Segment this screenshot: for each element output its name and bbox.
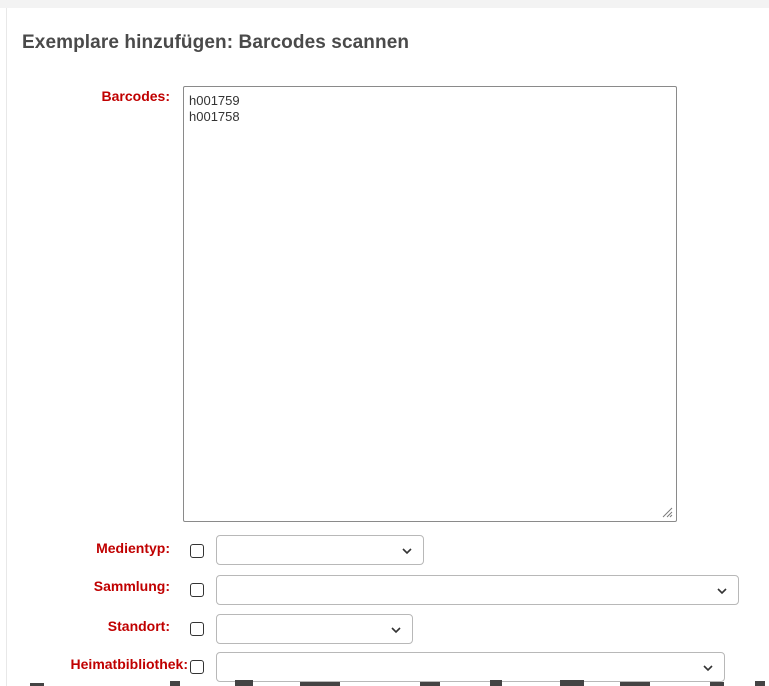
sammlung-label: Sammlung: (93, 578, 170, 594)
barcodes-label: Barcodes: (101, 88, 170, 104)
chevron-down-icon (391, 627, 401, 634)
heimatbibliothek-label: Heimatbibliothek: (70, 656, 188, 672)
sammlung-select[interactable] (216, 575, 739, 605)
barcode-line: h001758 (189, 109, 240, 124)
heimatbibliothek-select[interactable] (216, 652, 725, 682)
standort-checkbox[interactable] (190, 622, 204, 636)
chevron-down-icon (717, 588, 727, 595)
chevron-down-icon (703, 665, 713, 672)
standort-select[interactable] (216, 614, 413, 644)
cut-off-content (30, 680, 765, 686)
heimatbibliothek-checkbox[interactable] (190, 660, 204, 674)
chevron-down-icon (402, 548, 412, 555)
medientyp-select[interactable] (216, 535, 424, 565)
sammlung-checkbox[interactable] (190, 583, 204, 597)
page-title: Exemplare hinzufügen: Barcodes scannen (22, 32, 410, 53)
resize-grip-icon[interactable] (661, 506, 673, 518)
top-band (0, 0, 769, 8)
medientyp-checkbox[interactable] (190, 544, 204, 558)
medientyp-label: Medientyp: (96, 540, 170, 556)
standort-label: Standort: (107, 618, 170, 634)
barcode-line: h001759 (189, 93, 240, 108)
barcodes-textarea[interactable]: h001759 h001758 (183, 86, 677, 522)
page: Exemplare hinzufügen: Barcodes scannen B… (0, 0, 769, 686)
